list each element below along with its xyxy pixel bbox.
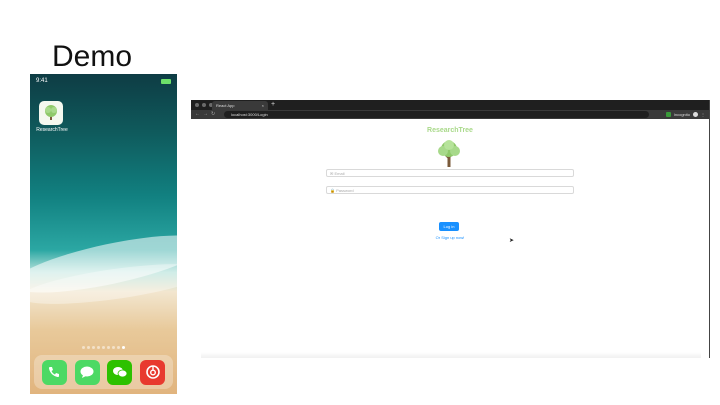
page-content: ResearchTree ✉ Email 🔒 Password Log in O… [191, 119, 709, 358]
tab-title: React App [216, 103, 235, 108]
mouse-cursor-icon: ➤ [509, 238, 515, 244]
back-icon[interactable]: ← [195, 111, 200, 118]
status-bar: 9:41 [30, 74, 177, 88]
brand-title: ResearchTree [427, 127, 473, 134]
profile-label: Incognito [673, 112, 690, 117]
signup-link[interactable]: Or Sign up now! [191, 235, 709, 240]
battery-icon [161, 78, 171, 84]
window-controls[interactable] [195, 103, 213, 107]
research-tree-app-icon[interactable] [39, 101, 63, 125]
reload-icon[interactable]: ↻ [211, 111, 215, 118]
password-input[interactable]: 🔒 Password [326, 186, 574, 194]
tree-logo [438, 140, 460, 167]
email-input[interactable]: ✉ Email [326, 169, 574, 177]
netease-music-app-icon[interactable] [140, 359, 166, 385]
extension-icon[interactable] [665, 112, 671, 117]
status-time: 9:41 [36, 78, 48, 84]
wechat-app-icon[interactable] [107, 359, 133, 385]
forward-icon[interactable]: → [203, 111, 208, 118]
dock [34, 355, 173, 389]
messages-app-icon[interactable] [74, 359, 100, 385]
menu-icon[interactable]: ⋮ [701, 111, 705, 118]
address-bar[interactable]: localhost:3000/Login [224, 111, 649, 118]
slide-title: Demo [52, 40, 133, 73]
browser-window: React App × + ← → ↻ localhost:3000/Login… [191, 100, 710, 358]
browser-toolbar: ← → ↻ localhost:3000/Login Incognito ⋮ [191, 110, 709, 119]
page-indicator [30, 346, 177, 349]
phone-app-icon[interactable] [41, 359, 67, 385]
login-button[interactable]: Log in [439, 222, 459, 231]
new-tab-icon[interactable]: + [271, 100, 275, 110]
close-tab-icon[interactable]: × [262, 103, 264, 108]
tab-bar: React App × + [191, 100, 709, 110]
browser-tab[interactable]: React App × [212, 101, 268, 110]
app-label: ResearchTree [36, 127, 68, 133]
incognito-icon[interactable] [693, 112, 698, 117]
phone-screenshot: 9:41 ResearchTree [30, 74, 177, 394]
tree-icon [45, 105, 57, 120]
